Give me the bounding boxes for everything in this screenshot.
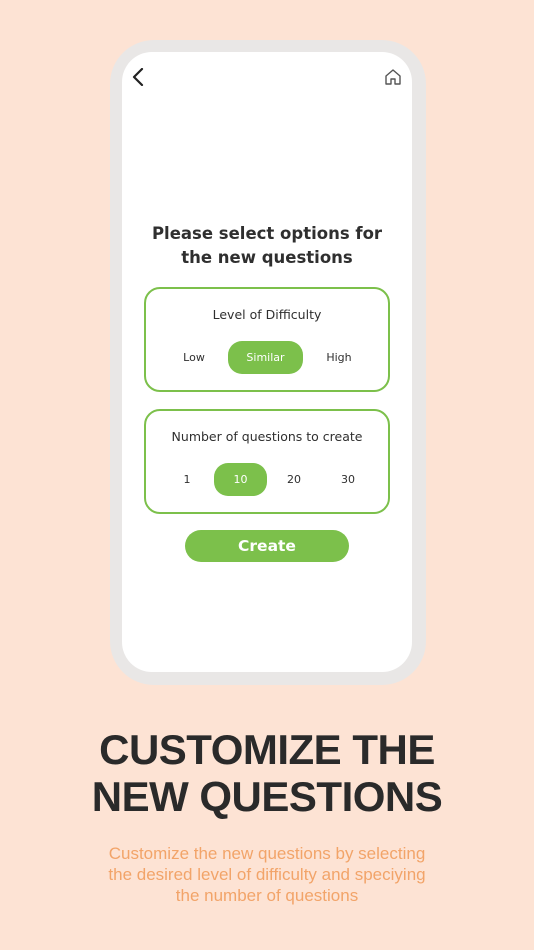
home-button[interactable]	[382, 66, 404, 88]
create-button[interactable]: Create	[185, 530, 349, 562]
count-option-10[interactable]: 10	[214, 463, 267, 496]
difficulty-option-high[interactable]: High	[309, 341, 369, 374]
chevron-left-icon	[132, 68, 144, 86]
question-count-card: Number of questions to create 1 10 20 30	[144, 409, 390, 514]
difficulty-options: Low Similar High	[146, 341, 388, 375]
home-icon	[385, 69, 401, 85]
feature-description: Customize the new questions by selecting…	[108, 844, 426, 905]
difficulty-card: Level of Difficulty Low Similar High	[144, 287, 390, 392]
question-count-title: Number of questions to create	[171, 429, 363, 444]
count-option-1[interactable]: 1	[166, 463, 208, 496]
question-count-options: 1 10 20 30	[146, 463, 388, 497]
phone-screen: Please select options for the new questi…	[122, 52, 412, 672]
difficulty-option-similar[interactable]: Similar	[228, 341, 303, 374]
back-button[interactable]	[128, 66, 148, 88]
count-option-30[interactable]: 30	[327, 463, 369, 496]
phone-frame: Please select options for the new questi…	[110, 40, 426, 685]
difficulty-title: Level of Difficulty	[212, 307, 322, 322]
page-prompt: Please select options for the new questi…	[151, 224, 383, 267]
feature-headline: CUSTOMIZE THE NEW QUESTIONS	[91, 726, 443, 820]
difficulty-option-low[interactable]: Low	[164, 341, 224, 374]
count-option-20[interactable]: 20	[273, 463, 315, 496]
